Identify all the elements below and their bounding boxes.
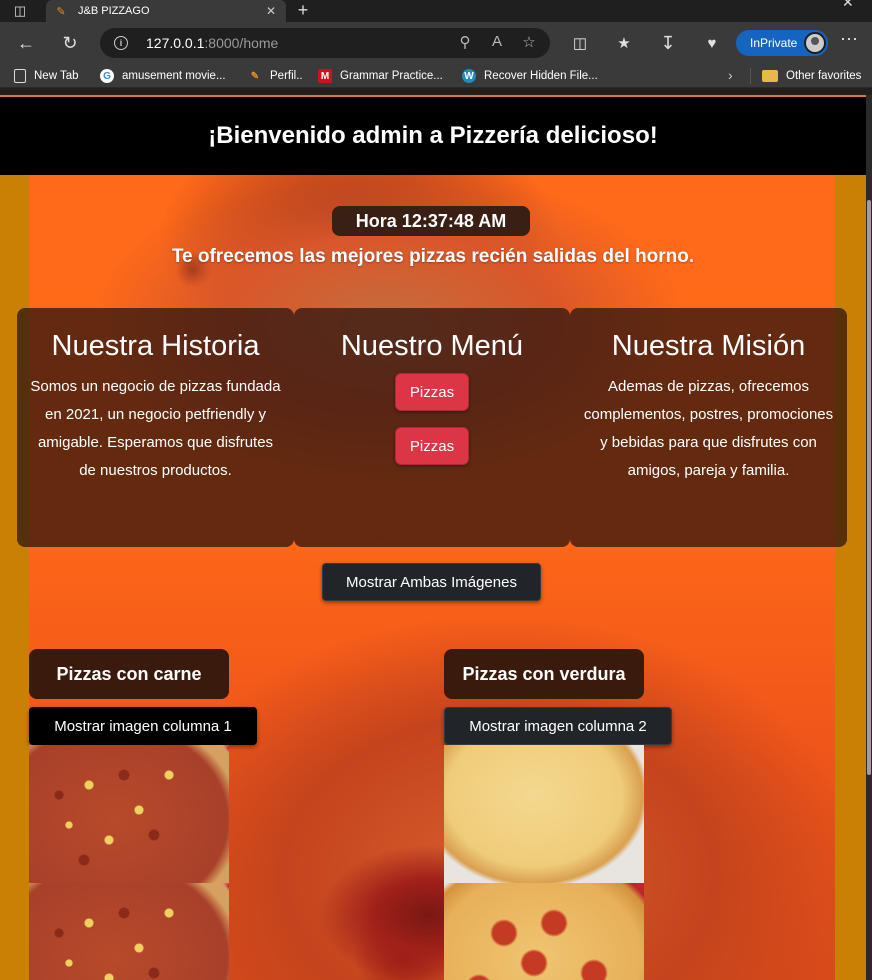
veggie-pizzas-label: Pizzas con verdura — [444, 649, 644, 699]
scrollbar-thumb[interactable] — [867, 200, 871, 775]
google-icon: G — [100, 69, 114, 83]
history-text: Somos un negocio de pizzas fundada en 20… — [30, 378, 281, 479]
key-icon[interactable]: ⚲ — [456, 33, 474, 51]
pizzas-button-2[interactable]: Pizzas — [395, 427, 469, 465]
other-favorites[interactable]: Other favorites — [762, 68, 861, 84]
bookmark-label: amusement movie... — [122, 70, 226, 82]
bookmark-label: Perfil.. — [270, 70, 303, 82]
browser-essentials-icon[interactable]: ♥ — [698, 29, 726, 57]
bookmarks-divider — [750, 68, 751, 84]
read-aloud-icon[interactable]: A — [488, 33, 506, 51]
new-tab-icon[interactable]: + — [292, 0, 314, 22]
meat-pizza-image — [29, 745, 229, 883]
meat-pizza-image-2 — [29, 883, 229, 980]
bookmark-item[interactable]: W Recover Hidden File... — [462, 68, 598, 84]
address-bar[interactable]: i 127.0.0.1:8000/home ⚲ A ☆ — [100, 28, 550, 58]
mission-card: Nuestra Misión Ademas de pizzas, ofrecem… — [570, 308, 847, 547]
page-scrollbar[interactable] — [866, 95, 872, 980]
browser-toolbar: ← ↻ i 127.0.0.1:8000/home ⚲ A ☆ ◫ ★ ↧ ♥ … — [0, 22, 872, 64]
wordpress-icon: W — [462, 69, 476, 83]
url-text: 127.0.0.1:8000/home — [146, 35, 278, 51]
bookmark-item[interactable]: G amusement movie... — [100, 68, 226, 84]
show-column-2-button[interactable]: Mostrar imagen columna 2 — [444, 707, 672, 745]
page-viewport: ¡Bienvenido admin a Pizzería delicioso! … — [0, 95, 866, 980]
tab-close-icon[interactable]: ✕ — [264, 4, 278, 18]
chevron-right-icon[interactable]: › — [728, 67, 733, 83]
site-header: ¡Bienvenido admin a Pizzería delicioso! — [0, 95, 866, 175]
browser-tab[interactable]: ✎ J&B PIZZAGO ✕ — [46, 0, 286, 22]
other-favorites-label: Other favorites — [786, 70, 862, 82]
split-screen-icon[interactable]: ◫ — [566, 29, 594, 57]
favorites-icon[interactable]: ★ — [610, 29, 638, 57]
url-host: 127.0.0.1 — [146, 35, 205, 51]
back-arrow-icon[interactable]: ← — [12, 29, 40, 57]
show-both-images-button[interactable]: Mostrar Ambas Imágenes — [322, 563, 541, 601]
tagline: Te ofrecemos las mejores pizzas recién s… — [171, 246, 695, 267]
bookmark-item[interactable]: M Grammar Practice... — [318, 68, 443, 84]
page-title: ¡Bienvenido admin a Pizzería delicioso! — [208, 122, 658, 149]
tab-title: J&B PIZZAGO — [78, 5, 150, 17]
mission-text: Ademas de pizzas, ofrecemos complementos… — [583, 378, 834, 479]
show-column-1-button[interactable]: Mostrar imagen columna 1 — [29, 707, 257, 745]
cheese-pizza-image — [444, 745, 644, 883]
site-info-icon[interactable]: i — [114, 36, 128, 50]
favorite-star-icon[interactable]: ☆ — [520, 33, 538, 51]
menu-title: Nuestro Menú — [340, 330, 524, 362]
page-icon — [14, 69, 26, 83]
download-icon[interactable]: ↧ — [654, 29, 682, 57]
url-path: :8000/home — [204, 35, 279, 51]
m-logo-icon: M — [318, 69, 332, 83]
window-close-icon[interactable]: ✕ — [842, 0, 854, 11]
bookmark-label: Grammar Practice... — [340, 70, 443, 82]
history-title: Nuestra Historia — [51, 330, 260, 362]
inprivate-button[interactable]: InPrivate — [736, 30, 828, 56]
tab-actions-icon[interactable]: ◫ — [6, 1, 34, 21]
pencil-icon: ✎ — [250, 70, 260, 82]
history-card: Nuestra Historia Somos un negocio de piz… — [17, 308, 294, 547]
bookmark-label: New Tab — [34, 70, 79, 82]
browser-tab-strip: ◫ ✎ J&B PIZZAGO ✕ + ✕ — [0, 0, 872, 22]
bookmarks-bar: New Tab G amusement movie... ✎ Perfil.. … — [0, 64, 872, 88]
pepperoni-pizza-image — [444, 883, 644, 980]
menu-card: Nuestro Menú Pizzas Pizzas — [294, 308, 570, 547]
bookmark-item[interactable]: ✎ Perfil.. — [248, 68, 303, 84]
pizzas-button[interactable]: Pizzas — [395, 373, 469, 411]
inprivate-label: InPrivate — [750, 36, 798, 50]
clock-display: Hora 12:37:48 AM — [332, 206, 530, 236]
folder-icon — [762, 70, 778, 82]
bookmark-item[interactable]: New Tab — [14, 68, 79, 84]
mission-title: Nuestra Misión — [611, 330, 806, 362]
pizza-favicon-icon: ✎ — [56, 5, 66, 18]
meat-pizzas-label: Pizzas con carne — [29, 649, 229, 699]
bookmark-label: Recover Hidden File... — [484, 70, 598, 82]
avatar — [804, 32, 826, 54]
refresh-icon[interactable]: ↻ — [56, 29, 84, 57]
more-menu-icon[interactable]: ⋯ — [840, 29, 858, 50]
minimize-icon[interactable] — [798, 0, 822, 8]
